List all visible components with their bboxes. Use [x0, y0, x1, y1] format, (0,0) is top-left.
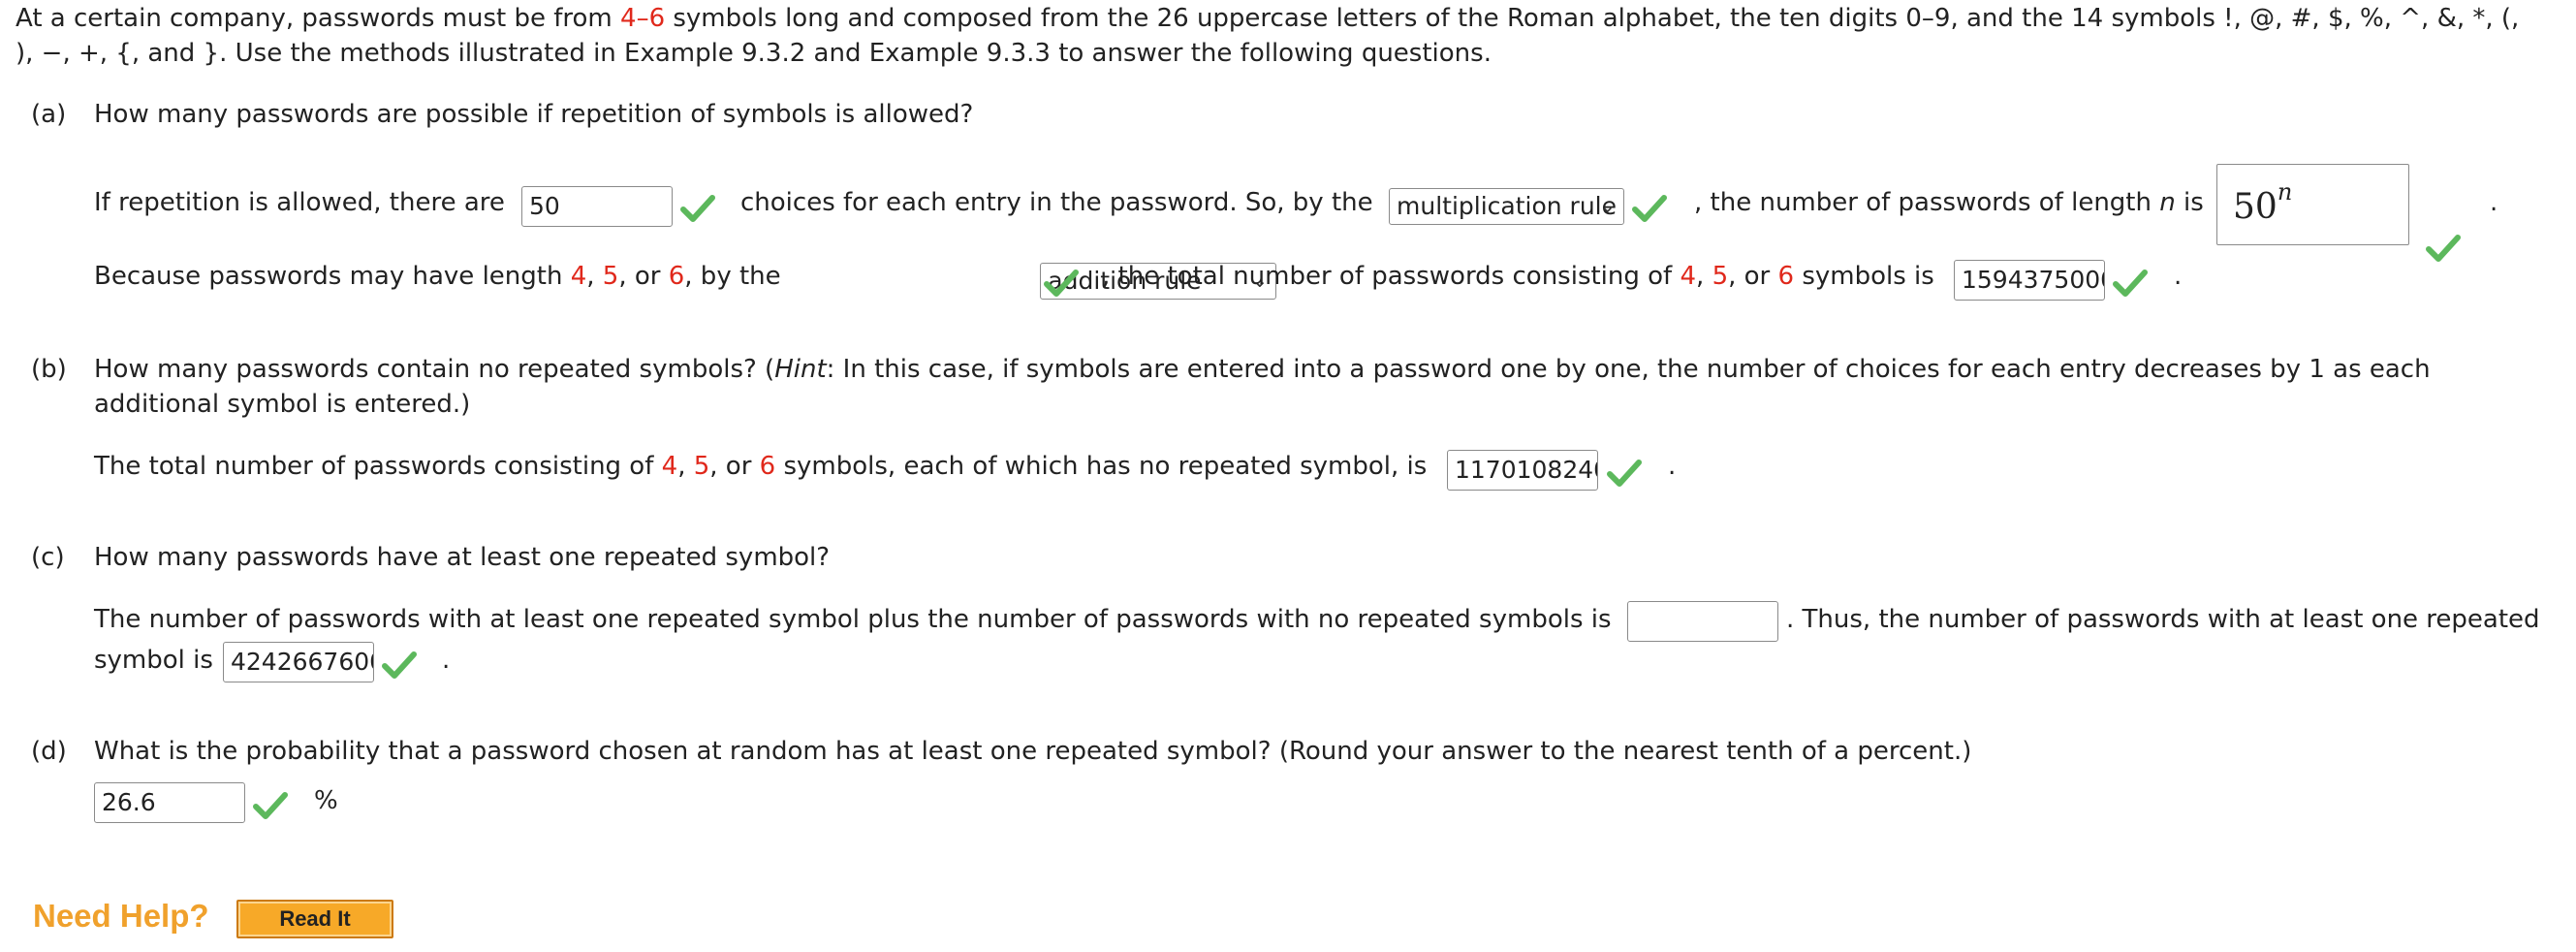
period: .: [2490, 188, 2498, 217]
at-least-one-repeat-input[interactable]: 4242667600: [223, 642, 374, 682]
total-passwords-input[interactable]: 1594375000: [1954, 260, 2105, 301]
formula-exponent: n: [2277, 178, 2293, 206]
rule-select-value: multiplication rule: [1397, 192, 1618, 220]
check-icon: [2426, 234, 2461, 263]
part-d-label: (d): [31, 737, 67, 766]
symbols-is-text: symbols is: [1802, 262, 1934, 291]
probability-input[interactable]: 26.6: [94, 782, 245, 823]
length-4: 4: [1680, 262, 1697, 291]
read-it-button[interactable]: Read It: [236, 900, 393, 938]
part-c-row-2: symbol is: [94, 646, 213, 675]
total-text: , the total number of passwords consisti…: [1102, 262, 1673, 291]
part-a-row-2: Because passwords may have length 4, 5, …: [94, 262, 781, 291]
by-the-text: , by the: [684, 262, 781, 291]
intro-line-1: At a certain company, passwords must be …: [16, 4, 2519, 33]
check-icon: [382, 651, 417, 680]
length-5: 5: [693, 452, 710, 481]
part-b-text: The total number of passwords consisting…: [94, 452, 654, 481]
part-a-text-2: choices for each entry in the password. …: [740, 188, 1373, 217]
or-text: , or: [1728, 262, 1771, 291]
part-a-row-2-b: , the total number of passwords consisti…: [1102, 262, 1934, 291]
length-6: 6: [668, 262, 685, 291]
part-c-label: (c): [31, 543, 65, 572]
part-c-row-1-b: . Thus, the number of passwords with at …: [1786, 605, 2540, 634]
or-text: , or: [709, 452, 752, 481]
question-page: At a certain company, passwords must be …: [0, 0, 2576, 952]
check-icon: [1044, 269, 1079, 298]
part-b-question-line-2: additional symbol is entered.): [94, 390, 471, 419]
check-icon: [2113, 269, 2148, 298]
comma: ,: [586, 262, 595, 291]
length-5: 5: [602, 262, 619, 291]
hint-label: Hint: [774, 355, 827, 384]
part-a-text: If repetition is allowed, there are: [94, 188, 505, 217]
check-icon: [680, 194, 715, 223]
length-5: 5: [1712, 262, 1729, 291]
part-b-text-2: symbols, each of which has no repeated s…: [783, 452, 1428, 481]
part-b-question-text: How many passwords contain no repeated s…: [94, 355, 775, 384]
length-6: 6: [759, 452, 776, 481]
part-b-label: (b): [31, 355, 67, 384]
variable-n: n: [2159, 188, 2176, 217]
choices-input[interactable]: 50: [521, 186, 673, 227]
period: .: [1668, 452, 1677, 481]
formula-answer-box[interactable]: 50n: [2216, 164, 2409, 245]
part-b-row: The total number of passwords consisting…: [94, 452, 1427, 481]
rule-select[interactable]: multiplication rule ⌄: [1389, 188, 1624, 225]
percent-unit: %: [314, 786, 338, 815]
part-b-hint-text: : In this case, if symbols are entered i…: [826, 355, 2431, 384]
length-6: 6: [1777, 262, 1795, 291]
range-high: 6: [648, 4, 666, 33]
period: .: [442, 646, 451, 675]
length-4: 4: [570, 262, 587, 291]
chevron-down-icon: ⌄: [1599, 194, 1616, 217]
check-icon: [253, 791, 288, 820]
part-b-question: How many passwords contain no repeated s…: [94, 355, 2431, 384]
part-a-length-text: , the number of passwords of length: [1694, 188, 2152, 217]
part-c-row-1: The number of passwords with at least on…: [94, 605, 1612, 634]
length-4: 4: [661, 452, 678, 481]
sum-input[interactable]: [1627, 601, 1778, 642]
intro-text-cont: symbols long and composed from the 26 up…: [665, 4, 2520, 33]
part-a-label: (a): [31, 100, 67, 129]
range-dash: –: [636, 4, 649, 33]
intro-text-line2: ), −, +, {, and }. Use the methods illus…: [16, 39, 1492, 68]
part-a-row-1: If repetition is allowed, there are: [94, 188, 505, 217]
no-repeat-input[interactable]: 1170108240: [1447, 450, 1598, 491]
comma: ,: [677, 452, 686, 481]
part-a-question: How many passwords are possible if repet…: [94, 100, 974, 129]
part-c-question: How many passwords have at least one rep…: [94, 543, 831, 572]
intro-text: At a certain company, passwords must be …: [16, 4, 621, 33]
check-icon: [1632, 194, 1667, 223]
part-a-is: is: [2183, 188, 2204, 217]
part-a-length-prefix: Because passwords may have length: [94, 262, 563, 291]
range-low: 4: [620, 4, 637, 33]
or-text: , or: [618, 262, 661, 291]
need-help-label: Need Help?: [33, 898, 209, 934]
formula-display: 50n: [2233, 178, 2292, 227]
comma: ,: [1696, 262, 1705, 291]
formula-base: 50: [2233, 187, 2278, 227]
period: .: [2174, 262, 2183, 291]
check-icon: [1607, 459, 1642, 488]
part-a-text-3: , the number of passwords of length n is: [1694, 188, 2204, 217]
intro-line-2: ), −, +, {, and }. Use the methods illus…: [16, 39, 1492, 68]
part-d-question: What is the probability that a password …: [94, 737, 1972, 766]
